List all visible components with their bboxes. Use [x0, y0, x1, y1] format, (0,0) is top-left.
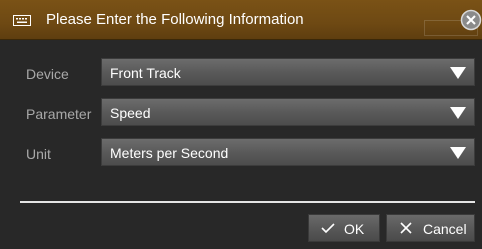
parameter-select-value: Speed: [110, 105, 151, 121]
device-select-value: Front Track: [110, 65, 181, 81]
ok-button-label: OK: [344, 221, 365, 237]
divider: [20, 201, 475, 203]
keyboard-icon: [13, 15, 31, 26]
close-icon: [460, 9, 482, 31]
parameter-label: Parameter: [26, 106, 92, 122]
unit-select[interactable]: Meters per Second: [101, 138, 475, 166]
dropdown-triangle-icon: [450, 147, 466, 159]
close-button[interactable]: [460, 9, 482, 31]
parameter-select[interactable]: Speed: [101, 98, 475, 126]
device-label: Device: [26, 66, 69, 82]
dialog-titlebar: Please Enter the Following Information: [0, 0, 482, 40]
dialog-title: Please Enter the Following Information: [46, 11, 304, 28]
ok-button[interactable]: OK: [308, 214, 380, 242]
x-icon: [400, 222, 412, 234]
dialog: Please Enter the Following Information D…: [0, 0, 482, 249]
unit-select-value: Meters per Second: [110, 145, 229, 161]
dropdown-triangle-icon: [450, 107, 466, 119]
dropdown-triangle-icon: [450, 67, 466, 79]
cancel-button-label: Cancel: [423, 221, 467, 237]
cancel-button[interactable]: Cancel: [386, 214, 475, 242]
unit-label: Unit: [26, 146, 51, 162]
checkmark-icon: [321, 223, 335, 234]
device-select[interactable]: Front Track: [101, 58, 475, 86]
